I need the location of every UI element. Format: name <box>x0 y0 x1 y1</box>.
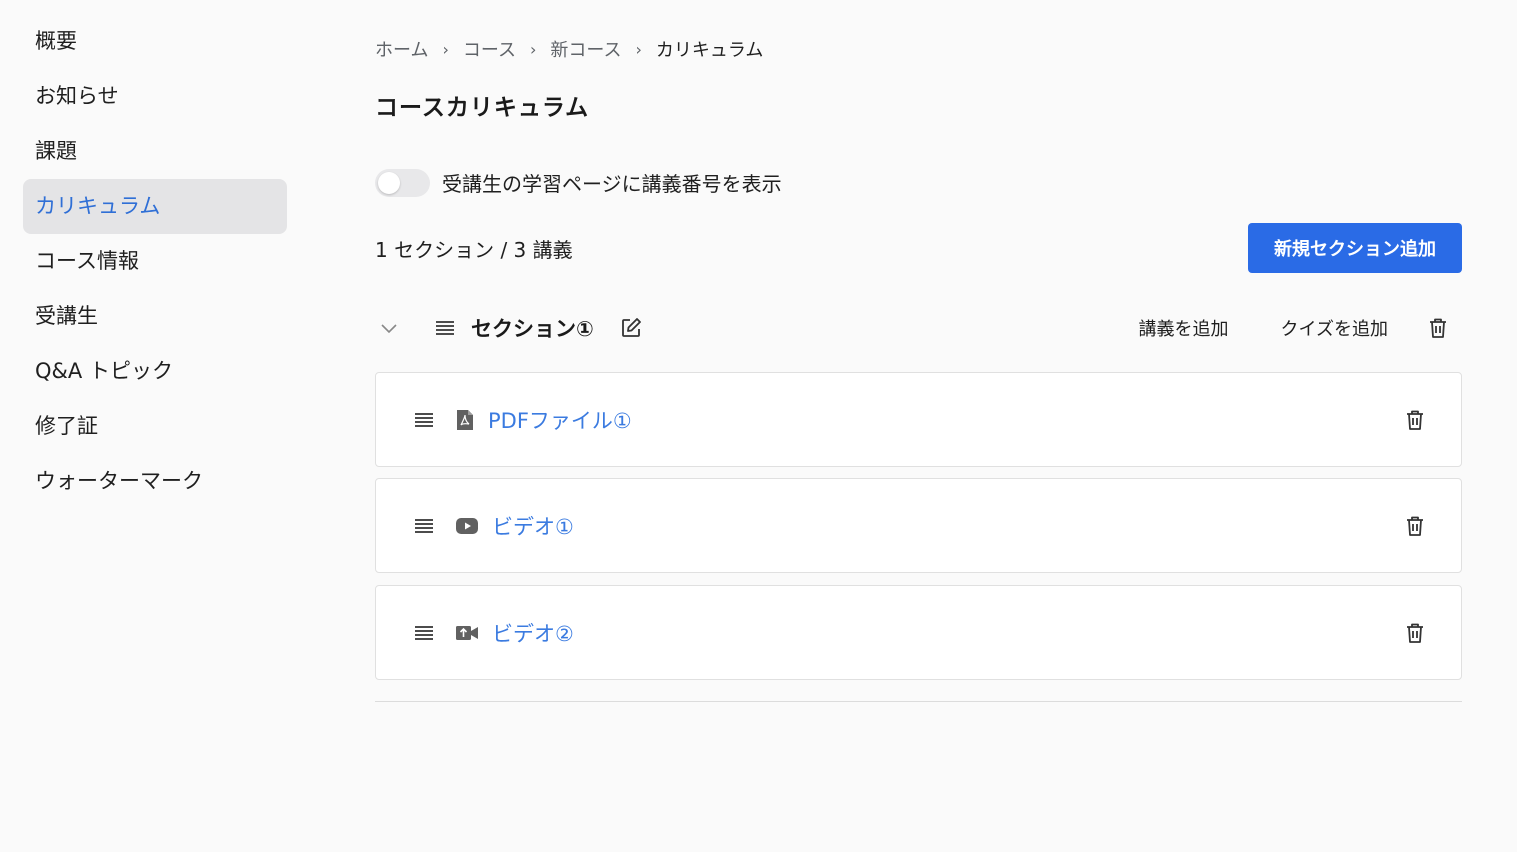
add-lecture-button[interactable]: 講義を追加 <box>1139 315 1229 341</box>
section-title: セクション① <box>471 317 594 341</box>
sidebar-item-overview[interactable]: 概要 <box>23 14 287 69</box>
sidebar-item-watermark[interactable]: ウォーターマーク <box>23 454 287 509</box>
chevron-down-icon[interactable] <box>379 318 399 338</box>
sidebar-item-students[interactable]: 受講生 <box>23 289 287 344</box>
breadcrumb-home[interactable]: ホーム <box>375 36 428 62</box>
sidebar-item-announcements[interactable]: お知らせ <box>23 69 287 124</box>
sidebar-item-certificate[interactable]: 修了証 <box>23 399 287 454</box>
trash-icon[interactable] <box>1405 622 1425 644</box>
lecture-number-toggle-row: 受講生の学習ページに講義番号を表示 <box>375 168 782 197</box>
drag-handle-icon[interactable] <box>414 625 434 641</box>
lecture-row[interactable]: ビデオ② <box>375 585 1462 680</box>
video-camera-icon <box>456 625 478 641</box>
breadcrumb-course[interactable]: 新コース <box>550 36 621 62</box>
edit-icon[interactable] <box>620 317 642 339</box>
drag-handle-icon[interactable] <box>414 412 434 428</box>
drag-handle-icon[interactable] <box>435 320 455 336</box>
breadcrumb: ホーム › コース › 新コース › カリキュラム <box>375 36 763 62</box>
trash-icon[interactable] <box>1405 409 1425 431</box>
add-section-button[interactable]: 新規セクション追加 <box>1248 223 1462 273</box>
add-quiz-button[interactable]: クイズを追加 <box>1281 315 1388 341</box>
sidebar: 概要 お知らせ 課題 カリキュラム コース情報 受講生 Q&A トピック 修了証… <box>23 14 287 509</box>
lecture-title[interactable]: ビデオ① <box>492 511 574 541</box>
lecture-title[interactable]: PDFファイル① <box>488 405 632 435</box>
breadcrumb-current: カリキュラム <box>655 40 764 61</box>
page-title: コースカリキュラム <box>375 95 590 121</box>
trash-icon[interactable] <box>1428 317 1448 339</box>
sidebar-item-assignments[interactable]: 課題 <box>23 124 287 179</box>
sidebar-item-curriculum[interactable]: カリキュラム <box>23 179 287 234</box>
lecture-title[interactable]: ビデオ② <box>492 618 574 648</box>
breadcrumb-courses[interactable]: コース <box>463 36 516 62</box>
section-actions: 講義を追加 クイズを追加 <box>1139 315 1462 341</box>
toggle-label: 受講生の学習ページに講義番号を表示 <box>442 172 782 196</box>
sidebar-item-course-info[interactable]: コース情報 <box>23 234 287 289</box>
toggle-knob <box>378 171 400 194</box>
drag-handle-icon[interactable] <box>414 518 434 534</box>
pdf-icon <box>456 409 474 431</box>
chevron-right-icon: › <box>529 39 537 59</box>
curriculum-counts: 1 セクション / 3 講義 <box>375 238 573 262</box>
chevron-right-icon: › <box>635 39 642 59</box>
section-divider <box>375 701 1462 702</box>
section-header: セクション① 講義を追加 クイズを追加 <box>375 306 1462 350</box>
sidebar-item-qa-topics[interactable]: Q&A トピック <box>23 344 287 399</box>
chevron-right-icon: › <box>442 39 449 59</box>
lecture-row[interactable]: PDFファイル① <box>375 372 1462 467</box>
lecture-number-toggle[interactable] <box>375 168 430 197</box>
youtube-icon <box>456 517 478 534</box>
trash-icon[interactable] <box>1405 515 1425 537</box>
lecture-row[interactable]: ビデオ① <box>375 478 1462 573</box>
